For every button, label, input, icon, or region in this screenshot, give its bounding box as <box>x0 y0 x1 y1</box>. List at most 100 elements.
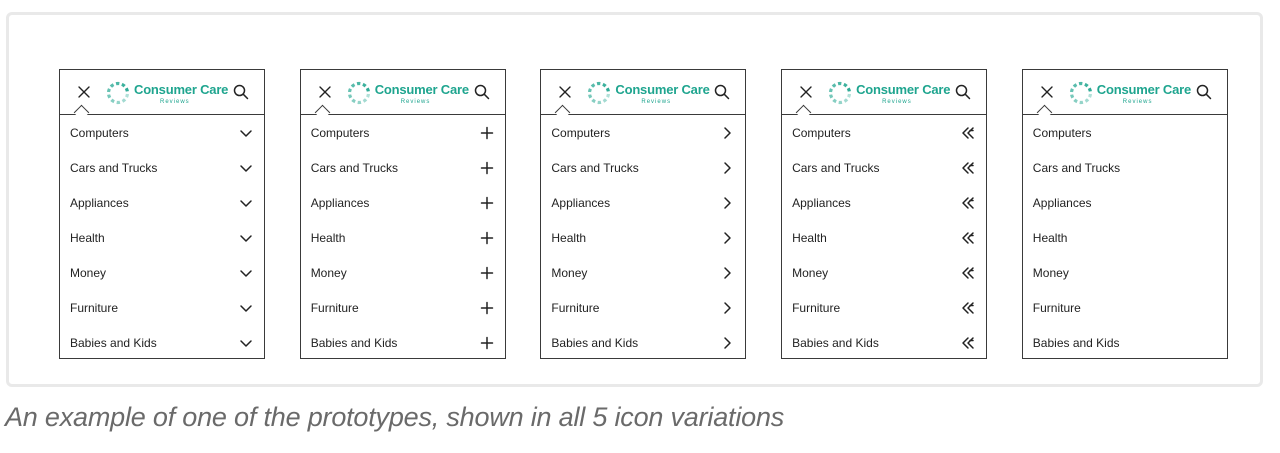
brand-logo[interactable]: Consumer Care Reviews <box>1069 79 1191 107</box>
search-icon[interactable] <box>474 84 490 100</box>
brand-name: Consumer Care <box>615 82 710 97</box>
plus-icon[interactable] <box>480 336 494 350</box>
menu-list: Computers Cars and Trucks Appliances Health… <box>301 115 505 360</box>
menu-item[interactable]: Health <box>782 220 986 255</box>
chevron-down-icon[interactable] <box>239 266 253 280</box>
menu-item[interactable]: Babies and Kids <box>541 325 745 360</box>
search-icon[interactable] <box>233 84 249 100</box>
menu-item[interactable]: Money <box>541 255 745 290</box>
menu-item[interactable]: Furniture <box>782 290 986 325</box>
search-icon[interactable] <box>1196 84 1212 100</box>
close-icon[interactable] <box>318 85 332 99</box>
chevron-right-icon[interactable] <box>720 301 734 315</box>
menu-item[interactable]: Appliances <box>60 185 264 220</box>
plus-icon[interactable] <box>480 196 494 210</box>
plus-icon[interactable] <box>480 126 494 140</box>
chevron-right-icon[interactable] <box>720 231 734 245</box>
plus-icon[interactable] <box>480 161 494 175</box>
search-icon[interactable] <box>955 84 971 100</box>
chevron-right-icon[interactable] <box>720 161 734 175</box>
menu-item[interactable]: Furniture <box>541 290 745 325</box>
menu-item[interactable]: Appliances <box>541 185 745 220</box>
chevron-right-icon[interactable] <box>720 126 734 140</box>
search-icon[interactable] <box>714 84 730 100</box>
brand-logo[interactable]: Consumer Care Reviews <box>347 79 469 107</box>
menu-item[interactable]: Furniture <box>301 290 505 325</box>
plus-icon[interactable] <box>480 266 494 280</box>
menu-item[interactable]: Cars and Trucks <box>782 150 986 185</box>
brand-name: Consumer Care <box>856 82 951 97</box>
double-chevron-left-icon[interactable] <box>961 196 975 210</box>
menu-item[interactable]: Money <box>301 255 505 290</box>
menu-item[interactable]: Furniture <box>1023 290 1227 325</box>
chevron-down-icon[interactable] <box>239 301 253 315</box>
menu-list: Computers Cars and Trucks Appliances Health… <box>60 115 264 360</box>
menu-item-label: Furniture <box>792 301 841 315</box>
chevron-down-icon[interactable] <box>239 196 253 210</box>
menu-item[interactable]: Computers <box>541 115 745 150</box>
close-icon[interactable] <box>799 85 813 99</box>
prototype-phone-3: Consumer Care Reviews Computers Cars and Tr… <box>540 69 747 360</box>
app-header: Consumer Care Reviews <box>782 70 987 121</box>
menu-item[interactable]: Health <box>541 220 745 255</box>
double-chevron-left-icon[interactable] <box>961 231 975 245</box>
menu-item[interactable]: Cars and Trucks <box>541 150 745 185</box>
prototype-phone-2: Consumer Care Reviews Computers Cars and Tr… <box>299 69 506 360</box>
brand-subtitle: Reviews <box>641 99 672 105</box>
prototype-phone-5: Consumer Care Reviews Computers Cars and Tr… <box>1021 69 1228 360</box>
menu-item-label: Computers <box>70 126 129 140</box>
menu-item-label: Appliances <box>310 196 370 210</box>
double-chevron-left-icon[interactable] <box>961 266 975 280</box>
menu-item-label: Money <box>792 266 829 280</box>
menu-item-label: Computers <box>1032 126 1092 140</box>
menu-item[interactable]: Health <box>301 220 505 255</box>
chevron-right-icon[interactable] <box>720 196 734 210</box>
menu-item[interactable]: Appliances <box>782 185 986 220</box>
menu-item[interactable]: Furniture <box>60 290 264 325</box>
figure-caption: An example of one of the prototypes, sho… <box>5 402 785 432</box>
menu-item[interactable]: Money <box>782 255 986 290</box>
chevron-down-icon[interactable] <box>239 161 253 175</box>
brand-logo[interactable]: Consumer Care Reviews <box>587 79 710 107</box>
close-icon[interactable] <box>1040 85 1054 99</box>
menu-item-label: Cars and Trucks <box>792 161 880 175</box>
menu-item[interactable]: Money <box>60 255 264 290</box>
menu-item[interactable]: Health <box>1023 220 1227 255</box>
menu-item[interactable]: Babies and Kids <box>782 325 986 360</box>
chevron-down-icon[interactable] <box>239 231 253 245</box>
menu-item[interactable]: Money <box>1023 255 1227 290</box>
brand-logo[interactable]: Consumer Care Reviews <box>828 79 951 107</box>
chevron-right-icon[interactable] <box>720 336 734 350</box>
close-icon[interactable] <box>77 85 91 99</box>
double-chevron-left-icon[interactable] <box>961 126 975 140</box>
menu-item[interactable]: Appliances <box>301 185 505 220</box>
close-icon[interactable] <box>558 85 572 99</box>
menu-item[interactable]: Computers <box>1023 115 1227 150</box>
menu-item[interactable]: Babies and Kids <box>60 325 264 360</box>
prototype-phone-1: Consumer Care Reviews Computers Cars and Tr… <box>59 69 265 359</box>
brand-subtitle: Reviews <box>882 99 912 105</box>
menu-item[interactable]: Computers <box>782 115 986 150</box>
menu-item[interactable]: Health <box>60 220 264 255</box>
menu-item[interactable]: Cars and Trucks <box>1023 150 1227 185</box>
double-chevron-left-icon[interactable] <box>961 161 975 175</box>
menu-item[interactable]: Appliances <box>1023 185 1227 220</box>
menu-item-label: Cars and Trucks <box>551 161 639 175</box>
menu-item[interactable]: Babies and Kids <box>1023 325 1227 360</box>
menu-item-label: Health <box>310 231 346 245</box>
double-chevron-left-icon[interactable] <box>961 336 975 350</box>
chevron-down-icon[interactable] <box>239 336 253 350</box>
menu-item-label: Furniture <box>1032 301 1081 315</box>
menu-item[interactable]: Cars and Trucks <box>301 150 505 185</box>
menu-item[interactable]: Babies and Kids <box>301 325 505 360</box>
menu-item[interactable]: Cars and Trucks <box>60 150 264 185</box>
menu-item[interactable]: Computers <box>301 115 505 150</box>
menu-list: Computers Cars and Trucks Appliances Health… <box>1023 115 1227 360</box>
chevron-down-icon[interactable] <box>239 126 253 140</box>
brand-logo[interactable]: Consumer Care Reviews <box>106 79 228 107</box>
plus-icon[interactable] <box>480 231 494 245</box>
double-chevron-left-icon[interactable] <box>961 301 975 315</box>
menu-item[interactable]: Computers <box>60 115 264 150</box>
chevron-right-icon[interactable] <box>720 266 734 280</box>
plus-icon[interactable] <box>480 301 494 315</box>
